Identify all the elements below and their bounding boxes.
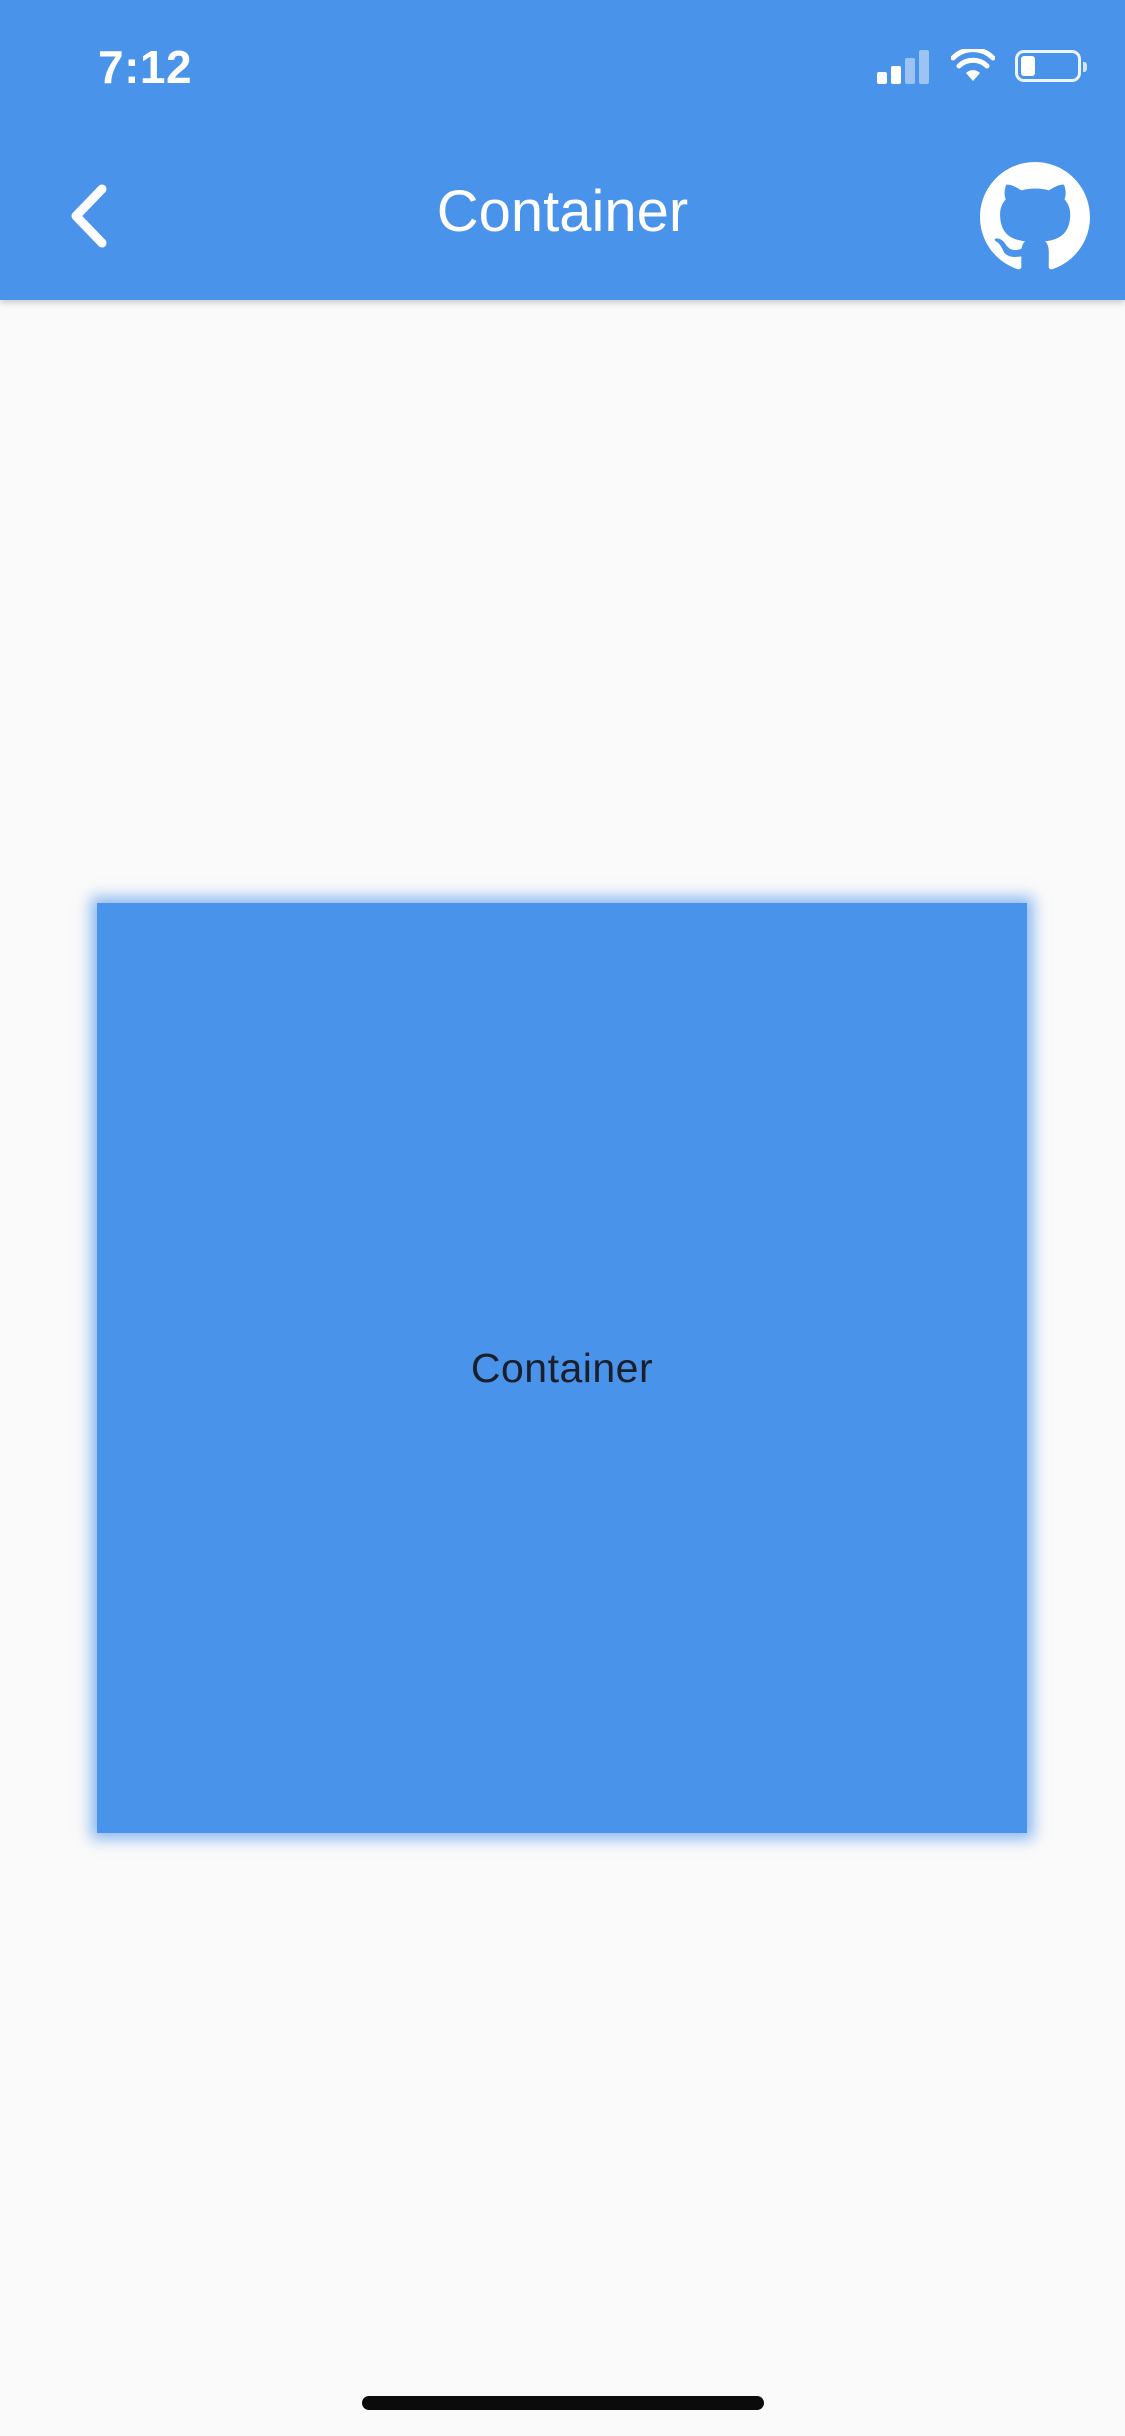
container-label: Container: [470, 1344, 654, 1391]
screen: 7:12 Container Container: [0, 0, 1125, 2436]
battery-icon: [1015, 50, 1087, 82]
status-icons: [877, 48, 1087, 84]
signal-icon: [877, 48, 931, 84]
home-indicator[interactable]: [362, 2396, 764, 2410]
wifi-icon: [951, 49, 995, 83]
page-title: Container: [436, 179, 689, 244]
github-icon: [980, 162, 1090, 270]
container-box: Container: [97, 903, 1027, 1833]
github-button[interactable]: [980, 162, 1090, 272]
app-bar: 7:12 Container: [0, 0, 1125, 300]
status-time: 7:12: [98, 41, 193, 93]
